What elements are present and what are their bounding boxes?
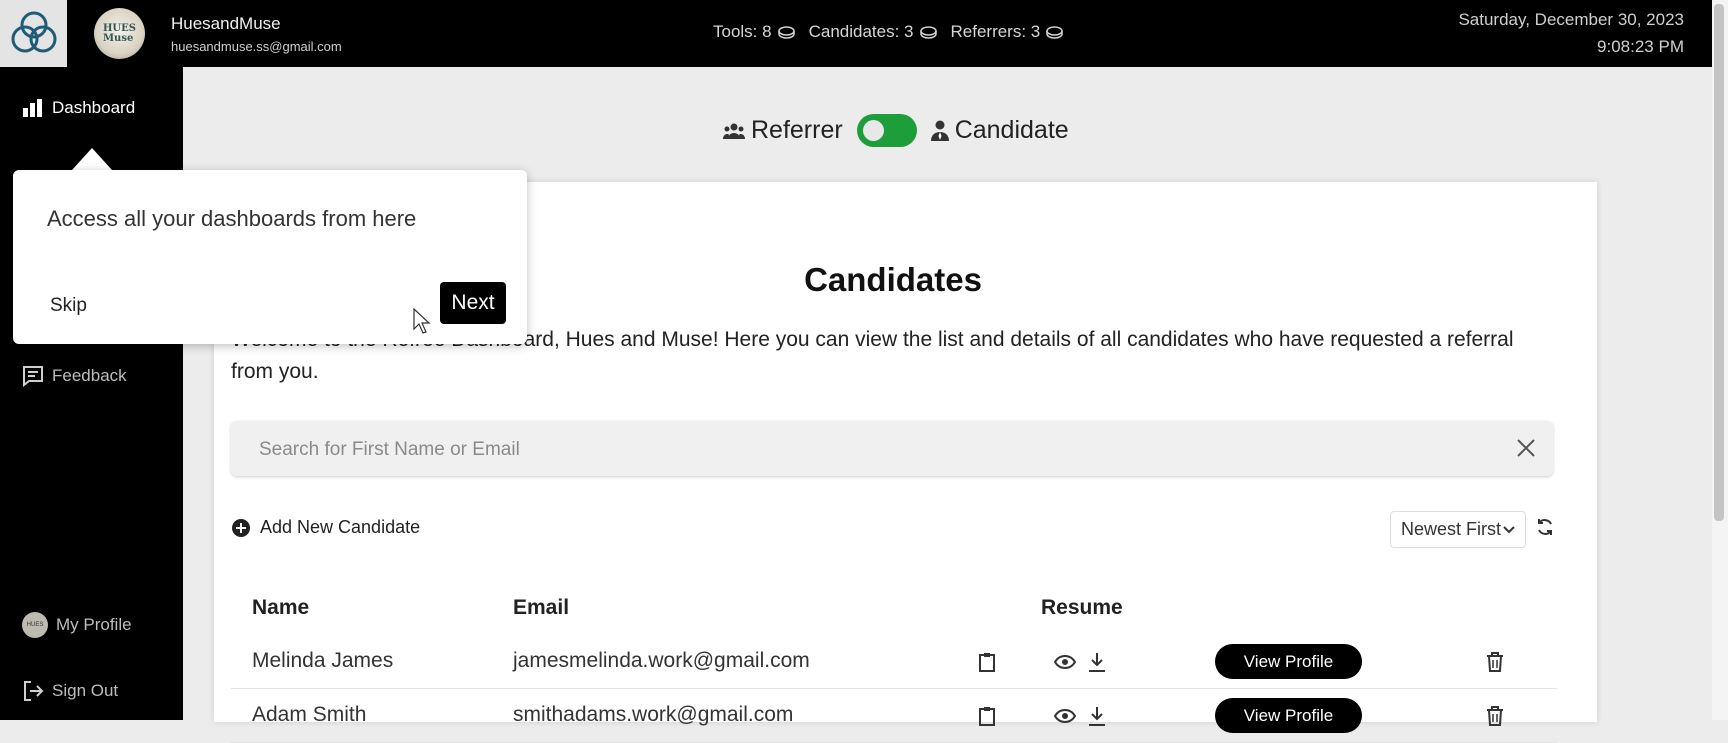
clipboard-icon[interactable] — [975, 704, 999, 728]
sidebar-item-dashboard[interactable]: Dashboard — [22, 97, 135, 119]
eye-icon[interactable] — [1053, 650, 1077, 674]
clipboard-icon[interactable] — [975, 650, 999, 674]
scrollbar-thumb[interactable] — [1714, 4, 1724, 521]
tools-count-label: Tools: 8 — [713, 22, 772, 41]
skip-button[interactable]: Skip — [44, 294, 93, 318]
users-icon — [723, 123, 745, 139]
next-button[interactable]: Next — [440, 282, 506, 324]
search-input[interactable] — [257, 421, 1481, 478]
sign-out-icon — [22, 680, 44, 702]
current-date: Saturday, December 30, 2023 — [1458, 10, 1684, 29]
table-row: Melinda James jamesmelinda.work@gmail.co… — [231, 636, 1557, 689]
logo-icon — [11, 11, 56, 52]
download-icon[interactable] — [1085, 704, 1109, 728]
download-icon[interactable] — [1085, 650, 1109, 674]
tools-count: Tools: 8 — [713, 22, 795, 42]
user-email: huesandmuse.ss@gmail.com — [171, 39, 342, 54]
mouse-cursor-icon — [413, 308, 431, 334]
plus-circle-icon — [232, 518, 250, 537]
user-name: HuesandMuse — [171, 14, 281, 33]
referrer-label: Referrer — [723, 116, 843, 145]
add-new-candidate-button[interactable]: Add New Candidate — [232, 517, 420, 538]
avatar-logo-text: HUES Muse — [102, 22, 136, 44]
candidates-count-label: Candidates: 3 — [808, 22, 914, 41]
referrers-count: Referrers: 3 — [951, 22, 1064, 42]
eye-icon[interactable] — [1053, 704, 1077, 728]
search-bar — [231, 421, 1553, 478]
close-icon[interactable] — [1513, 435, 1539, 461]
candidate-name: Melinda James — [252, 649, 394, 672]
trash-icon[interactable] — [1483, 650, 1507, 674]
candidate-text: Candidate — [954, 116, 1069, 144]
add-new-label: Add New Candidate — [260, 517, 421, 537]
role-switch[interactable] — [856, 114, 917, 147]
table-row: Adam Smith smithadams.work@gmail.com Vie… — [231, 690, 1557, 743]
sort-controls: Newest First — [1390, 511, 1554, 548]
candidate-label: Candidate — [930, 116, 1069, 145]
tour-text: Access all your dashboards from here — [47, 206, 417, 231]
view-profile-button[interactable]: View Profile — [1215, 644, 1362, 679]
current-time: 9:08:23 PM — [1597, 37, 1684, 56]
sidebar-item-sign-out[interactable]: Sign Out — [22, 680, 118, 702]
usage-counts: Tools: 8 Candidates: 3 Referrers: 3 — [713, 22, 1063, 42]
candidate-email: smithadams.work@gmail.com — [513, 703, 794, 726]
referrer-text: Referrer — [751, 116, 843, 144]
referrers-count-label: Referrers: 3 — [950, 22, 1041, 41]
avatar: HUES — [22, 612, 48, 638]
refresh-icon[interactable] — [1536, 518, 1554, 541]
sidebar-item-my-profile[interactable]: HUES My Profile — [22, 612, 132, 638]
candidates-count: Candidates: 3 — [809, 22, 937, 42]
coin-icon — [777, 25, 795, 39]
sidebar-item-label: Dashboard — [52, 98, 136, 117]
sort-select[interactable]: Newest First — [1390, 511, 1526, 548]
column-header-name: Name — [252, 596, 310, 619]
sort-selected-value: Newest First — [1401, 519, 1502, 539]
bar-chart-icon — [22, 97, 44, 119]
coin-icon — [919, 25, 937, 39]
column-header-email: Email — [513, 596, 570, 619]
sidebar-item-label: Sign Out — [52, 681, 119, 700]
feedback-icon — [22, 365, 44, 387]
candidate-name: Adam Smith — [252, 703, 367, 726]
sidebar-item-label: Feedback — [52, 366, 127, 385]
avatar[interactable]: HUES Muse — [94, 8, 145, 59]
column-header-resume: Resume — [1041, 596, 1123, 619]
sidebar-item-label: My Profile — [56, 615, 132, 634]
top-bar: HUES Muse HuesandMuse huesandmuse.ss@gmai… — [0, 0, 1712, 67]
app-logo[interactable] — [0, 0, 67, 67]
chevron-down-icon — [1503, 525, 1515, 533]
view-profile-button[interactable]: View Profile — [1215, 698, 1362, 733]
coin-icon — [1046, 25, 1063, 39]
tour-arrow — [72, 148, 112, 170]
candidate-email: jamesmelinda.work@gmail.com — [513, 649, 810, 672]
tour-popover: Access all your dashboards from here Ski… — [13, 170, 527, 344]
role-toggle: Referrer Candidate — [723, 114, 1069, 147]
trash-icon[interactable] — [1483, 704, 1507, 728]
user-tie-icon — [930, 120, 949, 141]
sidebar-item-feedback[interactable]: Feedback — [22, 365, 127, 387]
switch-knob — [862, 120, 884, 141]
